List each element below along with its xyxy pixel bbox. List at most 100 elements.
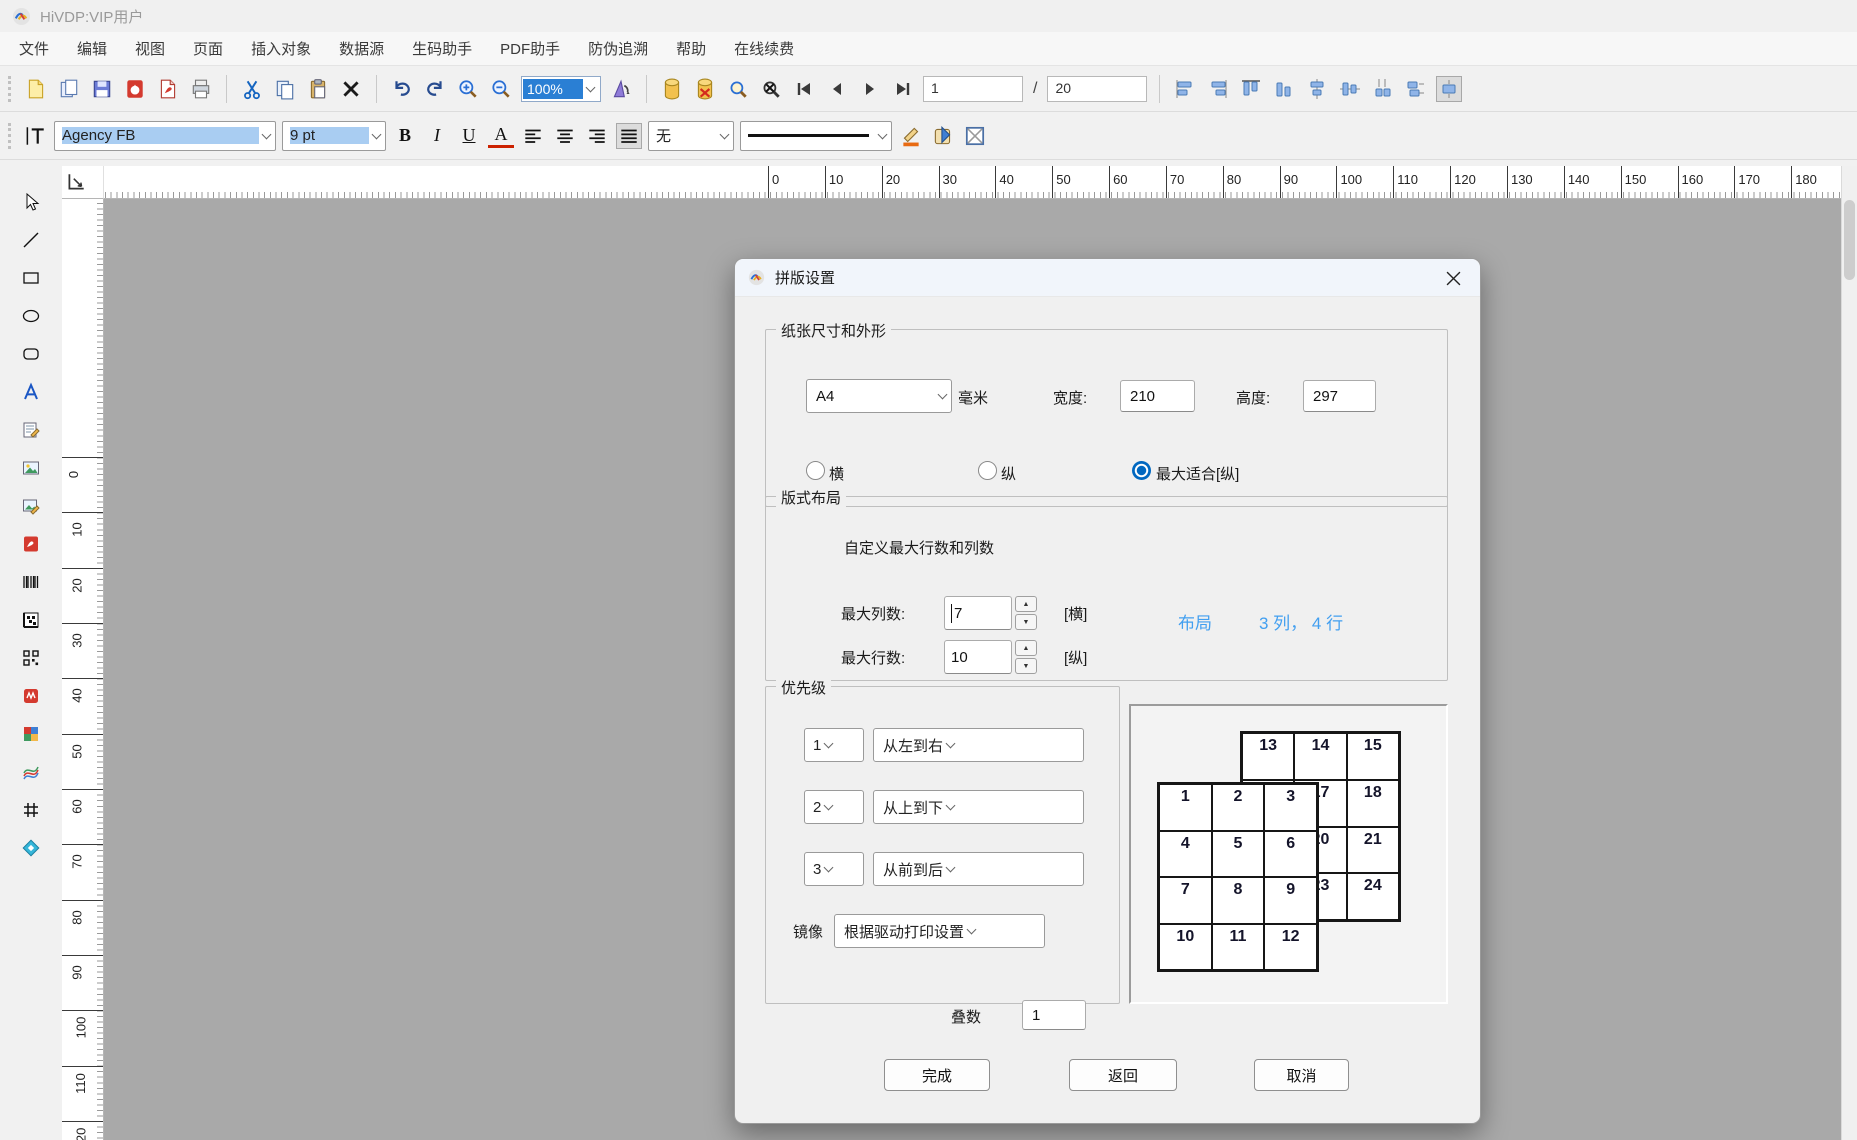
nav-first-icon[interactable]	[791, 76, 817, 102]
finish-button[interactable]: 完成	[884, 1059, 990, 1091]
nav-last-icon[interactable]	[890, 76, 916, 102]
ruler-origin-box[interactable]	[62, 166, 104, 199]
save-icon[interactable]	[89, 76, 115, 102]
align-top-icon[interactable]	[1238, 76, 1264, 102]
undo-icon[interactable]	[389, 76, 415, 102]
toolbar-handle[interactable]	[8, 123, 12, 149]
align-text-right-icon[interactable]	[584, 123, 610, 149]
back-button[interactable]: 返回	[1069, 1059, 1177, 1091]
rounded-rectangle-tool[interactable]	[20, 342, 43, 365]
cut-icon[interactable]	[239, 76, 265, 102]
grid-tool[interactable]	[20, 798, 43, 821]
stroke-style-combobox[interactable]: 无	[648, 121, 734, 151]
priority-order-combobox[interactable]: 3	[804, 852, 864, 886]
rich-text-tool[interactable]	[20, 418, 43, 441]
align-text-center-icon[interactable]	[552, 123, 578, 149]
menu-item[interactable]: 插入对象	[237, 32, 325, 65]
menu-item[interactable]: 视图	[121, 32, 179, 65]
width-input[interactable]: 210	[1120, 380, 1195, 412]
seal-tool[interactable]	[20, 684, 43, 707]
qrcode-tool[interactable]	[20, 646, 43, 669]
align-center-horizontal-icon[interactable]	[1304, 76, 1330, 102]
menu-item[interactable]: 编辑	[63, 32, 121, 65]
menu-item[interactable]: 数据源	[325, 32, 398, 65]
copy-icon[interactable]	[272, 76, 298, 102]
print-icon[interactable]	[188, 76, 214, 102]
data-source-remove-icon[interactable]	[692, 76, 718, 102]
align-right-icon[interactable]	[1205, 76, 1231, 102]
vertical-scrollbar[interactable]	[1841, 166, 1857, 1140]
nav-next-icon[interactable]	[857, 76, 883, 102]
max-rows-input[interactable]: 10	[944, 640, 1012, 674]
toolbar-handle[interactable]	[8, 76, 12, 102]
bold-button[interactable]: B	[392, 122, 418, 150]
close-icon[interactable]	[1434, 263, 1472, 293]
image-edit-tool[interactable]	[20, 494, 43, 517]
special-object-tool[interactable]	[20, 836, 43, 859]
distribute-vertical-icon[interactable]	[1403, 76, 1429, 102]
orientation-maxfit-radio[interactable]	[1132, 461, 1151, 480]
scrollbar-thumb[interactable]	[1844, 200, 1855, 280]
line-width-combobox[interactable]	[740, 121, 892, 151]
menu-item[interactable]: PDF助手	[486, 32, 574, 65]
max-rows-stepper[interactable]: ▲▼	[1015, 640, 1037, 674]
text-tool[interactable]	[20, 380, 43, 403]
data-preview-icon[interactable]	[725, 76, 751, 102]
cancel-button[interactable]: 取消	[1254, 1059, 1349, 1091]
menu-item[interactable]: 帮助	[662, 32, 720, 65]
rectangle-tool[interactable]	[20, 266, 43, 289]
line-color-icon[interactable]	[898, 123, 924, 149]
max-columns-stepper[interactable]: ▲▼	[1015, 596, 1037, 630]
line-tool[interactable]	[20, 228, 43, 251]
menu-item[interactable]: 生码助手	[398, 32, 486, 65]
datamatrix-tool[interactable]	[20, 608, 43, 631]
data-preview-off-icon[interactable]	[758, 76, 784, 102]
menu-item[interactable]: 页面	[179, 32, 237, 65]
barcode-tool[interactable]	[20, 570, 43, 593]
pdf-object-tool[interactable]	[20, 532, 43, 555]
current-page-input[interactable]: 1	[923, 76, 1023, 102]
horizontal-ruler[interactable]: 0102030405060708090100110120130140150160…	[104, 166, 1841, 199]
priority-direction-combobox[interactable]: 从前到后	[873, 852, 1084, 886]
rotate-icon[interactable]	[608, 76, 634, 102]
height-input[interactable]: 297	[1303, 380, 1376, 412]
priority-direction-combobox[interactable]: 从左到右	[873, 728, 1084, 762]
mirror-combobox[interactable]: 根据驱动打印设置	[834, 914, 1045, 948]
align-left-icon[interactable]	[1172, 76, 1198, 102]
fill-color-icon[interactable]	[930, 123, 956, 149]
total-pages-input[interactable]: 20	[1047, 76, 1147, 102]
distribute-horizontal-icon[interactable]	[1370, 76, 1396, 102]
font-family-combobox[interactable]: Agency FB	[54, 121, 276, 151]
color-qrcode-tool[interactable]	[20, 722, 43, 745]
font-color-button[interactable]: A	[488, 124, 514, 148]
max-columns-input[interactable]: 7	[944, 596, 1012, 630]
same-size-icon[interactable]	[1436, 76, 1462, 102]
no-fill-icon[interactable]	[962, 123, 988, 149]
italic-button[interactable]: I	[424, 122, 450, 150]
pdf-export-icon[interactable]	[155, 76, 181, 102]
priority-order-combobox[interactable]: 1	[804, 728, 864, 762]
open-document-icon[interactable]	[56, 76, 82, 102]
priority-direction-combobox[interactable]: 从上到下	[873, 790, 1084, 824]
menu-item[interactable]: 在线续费	[720, 32, 808, 65]
new-document-icon[interactable]	[23, 76, 49, 102]
pdf-import-icon[interactable]	[122, 76, 148, 102]
orientation-portrait-radio[interactable]	[978, 461, 997, 480]
curve-tool[interactable]	[20, 760, 43, 783]
data-source-icon[interactable]	[659, 76, 685, 102]
menu-item[interactable]: 文件	[5, 32, 63, 65]
image-tool[interactable]	[20, 456, 43, 479]
paste-icon[interactable]	[305, 76, 331, 102]
underline-button[interactable]: U	[456, 122, 482, 150]
ellipse-tool[interactable]	[20, 304, 43, 327]
vertical-ruler[interactable]: 0102030405060708090100110120	[62, 199, 104, 1140]
nav-previous-icon[interactable]	[824, 76, 850, 102]
align-center-vertical-icon[interactable]	[1337, 76, 1363, 102]
align-text-justify-icon[interactable]	[616, 123, 642, 149]
align-text-left-icon[interactable]	[520, 123, 546, 149]
priority-order-combobox[interactable]: 2	[804, 790, 864, 824]
zoom-level-combobox[interactable]: 100%	[521, 76, 601, 102]
zoom-in-icon[interactable]	[455, 76, 481, 102]
menu-item[interactable]: 防伪追溯	[574, 32, 662, 65]
align-bottom-icon[interactable]	[1271, 76, 1297, 102]
